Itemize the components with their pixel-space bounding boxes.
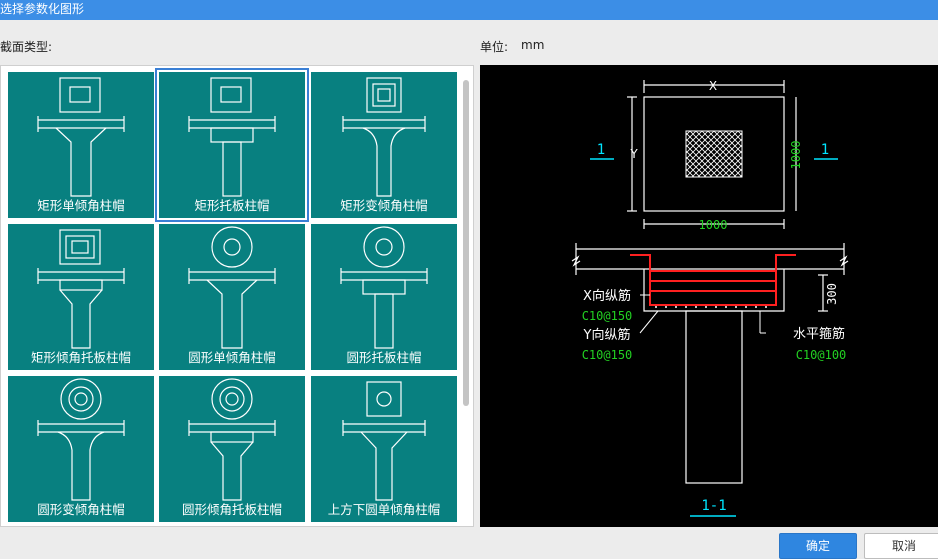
dim-bottom-label: 1000 bbox=[699, 218, 728, 232]
tile-round-single-slope-cap[interactable]: 圆形单倾角柱帽 bbox=[159, 224, 305, 370]
preview-panel: X Y 1000 1000 1 1 X向纵筋 C10@150 Y向纵筋 C10@… bbox=[480, 65, 938, 527]
ok-button[interactable]: 确定 bbox=[779, 533, 857, 559]
section-title: 1-1 bbox=[701, 498, 726, 514]
tile-caption: 圆形托板柱帽 bbox=[346, 350, 422, 365]
section-mark-right: 1 bbox=[821, 142, 829, 158]
tile-round-pallet-cap[interactable]: 圆形托板柱帽 bbox=[311, 224, 457, 370]
rebar-x-value: C10@150 bbox=[582, 309, 633, 323]
tile-caption: 圆形变倾角柱帽 bbox=[37, 502, 125, 517]
rebar-lines bbox=[630, 254, 796, 306]
rebar-y-label: Y向纵筋 bbox=[583, 327, 631, 343]
tile-caption: 矩形倾角托板柱帽 bbox=[30, 350, 131, 365]
tile-caption: 上方下圆单倾角柱帽 bbox=[327, 502, 441, 517]
tile-round-slope-pallet-cap[interactable]: 圆形倾角托板柱帽 bbox=[159, 376, 305, 522]
window-title: 选择参数化图形 bbox=[0, 2, 85, 16]
cancel-button[interactable]: 取消 bbox=[864, 533, 938, 559]
section-preview-drawing: X Y 1000 1000 1 1 X向纵筋 C10@150 Y向纵筋 C10@… bbox=[571, 79, 849, 517]
tile-rect-variable-slope-cap[interactable]: 矩形变倾角柱帽 bbox=[311, 72, 457, 218]
height-dim-label: 300 bbox=[825, 283, 839, 305]
rebar-x-label: X向纵筋 bbox=[583, 288, 631, 304]
window-titlebar: 选择参数化图形 bbox=[0, 0, 938, 20]
dim-x-label: X bbox=[709, 79, 717, 93]
tile-rect-single-slope-cap[interactable]: 矩形单倾角柱帽 bbox=[8, 72, 154, 218]
section-type-label: 截面类型: bbox=[0, 40, 53, 54]
section-mark-left: 1 bbox=[597, 142, 605, 158]
unit-label: 单位: bbox=[480, 40, 509, 54]
tile-caption: 矩形单倾角柱帽 bbox=[37, 198, 125, 213]
tile-rect-slope-pallet-cap[interactable]: 矩形倾角托板柱帽 bbox=[8, 224, 154, 370]
rebar-y-value: C10@150 bbox=[582, 348, 633, 362]
rebar-dots bbox=[655, 306, 767, 308]
shape-gallery[interactable]: 矩形单倾角柱帽 矩形托板柱帽 矩形变倾角柱帽 矩形倾角托板柱帽 圆形单倾角柱帽 … bbox=[0, 65, 474, 527]
gallery-scrollbar[interactable] bbox=[459, 70, 471, 524]
tile-square-top-round-bottom-cap[interactable]: 上方下圆单倾角柱帽 bbox=[311, 376, 457, 522]
dim-y-label: Y bbox=[629, 147, 638, 161]
stirrup-value: C10@100 bbox=[796, 348, 847, 362]
tile-round-variable-slope-cap[interactable]: 圆形变倾角柱帽 bbox=[8, 376, 154, 522]
tile-caption: 圆形单倾角柱帽 bbox=[188, 350, 276, 365]
tile-caption: 圆形倾角托板柱帽 bbox=[181, 502, 282, 517]
plan-column-hatch bbox=[685, 130, 743, 178]
tile-caption: 矩形变倾角柱帽 bbox=[340, 198, 428, 213]
unit-value: mm bbox=[521, 38, 545, 52]
tile-rect-pallet-cap[interactable]: 矩形托板柱帽 bbox=[155, 68, 309, 222]
dim-right-label: 1000 bbox=[789, 141, 803, 170]
stirrup-label: 水平箍筋 bbox=[793, 326, 845, 342]
scrollbar-thumb[interactable] bbox=[463, 80, 469, 406]
tile-caption: 矩形托板柱帽 bbox=[194, 198, 270, 213]
